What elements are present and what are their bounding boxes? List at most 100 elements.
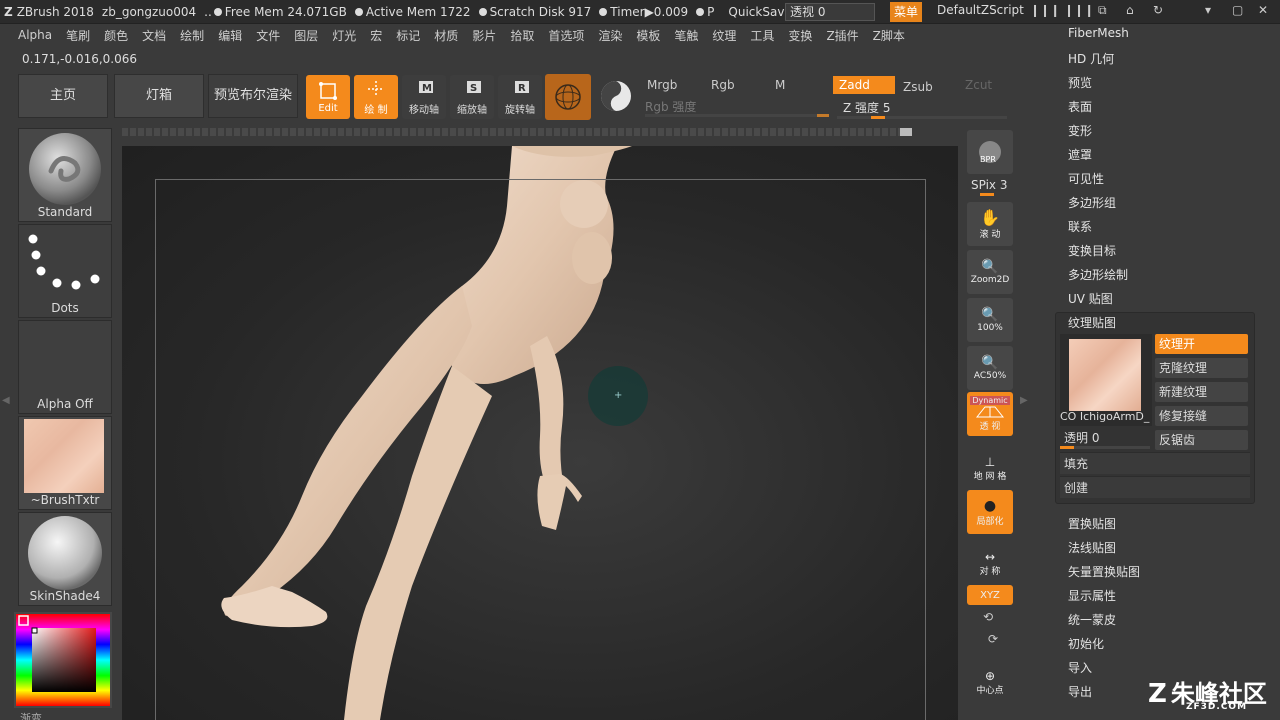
menu-item[interactable]: 编辑 — [218, 27, 242, 44]
spix-slider[interactable]: SPix 3 — [971, 178, 1007, 192]
subpalette-item[interactable]: 变形 — [1068, 122, 1092, 139]
right-tray-collapse-icon[interactable]: ▶ — [1020, 395, 1028, 415]
local-button[interactable]: ● 局部化 — [967, 490, 1013, 534]
fix-seam-button[interactable]: 修复接缝 — [1155, 406, 1248, 426]
menu-item[interactable]: 拾取 — [510, 27, 534, 44]
restore-icon[interactable]: ▢ — [1232, 3, 1243, 17]
menu-item[interactable]: 纹理 — [712, 27, 736, 44]
menu-item[interactable]: 材质 — [434, 27, 458, 44]
subpalette-item[interactable]: 表面 — [1068, 98, 1092, 115]
home-button[interactable]: 主页 — [18, 74, 108, 118]
texture-thumbnail-frame[interactable]: CO IchigoArmD_ — [1060, 334, 1152, 426]
clone-texture-button[interactable]: 克隆纹理 — [1155, 358, 1248, 378]
menu-item[interactable]: 渲染 — [598, 27, 622, 44]
subpalette-item[interactable]: 导出 — [1068, 683, 1092, 700]
color-picker[interactable] — [14, 612, 112, 708]
layout-icon[interactable]: ❙❙❙ ❙❙❙ — [1030, 3, 1094, 17]
subpalette-item[interactable]: FiberMesh — [1068, 26, 1129, 40]
draw-button[interactable]: 绘 制 — [354, 75, 398, 119]
subpalette-item[interactable]: 预览 — [1068, 74, 1092, 91]
subpalette-item[interactable]: 统一蒙皮 — [1068, 611, 1116, 628]
menu-item[interactable]: 图层 — [294, 27, 318, 44]
subpalette-item[interactable]: 显示属性 — [1068, 587, 1116, 604]
stroke-selector[interactable]: Dots — [18, 224, 112, 318]
subpalette-item[interactable]: 导入 — [1068, 659, 1092, 676]
menu-item[interactable]: 笔触 — [674, 27, 698, 44]
close-icon[interactable]: ✕ — [1258, 3, 1268, 17]
refresh-icon[interactable]: ↻ — [1153, 3, 1163, 17]
subpalette-item[interactable]: 多边形组 — [1068, 194, 1116, 211]
zsub-toggle[interactable]: Zsub — [897, 78, 957, 96]
sphere-brush-button[interactable] — [545, 74, 591, 120]
subpalette-item[interactable]: 矢量置换贴图 — [1068, 563, 1140, 580]
texture-on-button[interactable]: 纹理开 — [1155, 334, 1248, 354]
menu-item[interactable]: 绘制 — [180, 27, 204, 44]
actual-size-button[interactable]: 🔍 100% — [967, 298, 1013, 342]
menu-item[interactable]: 宏 — [370, 27, 382, 44]
menu-item[interactable]: Z插件 — [826, 27, 858, 44]
camera-icon[interactable]: ⌂ — [1126, 3, 1134, 17]
new-texture-button[interactable]: 新建纹理 — [1155, 382, 1248, 402]
subpalette-item[interactable]: UV 贴图 — [1068, 290, 1113, 307]
rotate-z-icon[interactable]: ⟳ — [988, 632, 998, 646]
menu-item[interactable]: Alpha — [18, 28, 52, 42]
material-selector[interactable]: SkinShade4 — [18, 512, 112, 606]
subpalette-item[interactable]: 联系 — [1068, 218, 1092, 235]
quicksave-button[interactable]: QuickSave — [728, 5, 791, 19]
menu-item[interactable]: 首选项 — [548, 27, 584, 44]
symmetry-button[interactable]: ↔ 对 称 — [967, 544, 1013, 582]
alpha-selector[interactable]: Alpha Off — [18, 320, 112, 414]
subpalette-item[interactable]: 法线贴图 — [1068, 539, 1116, 556]
menu-item[interactable]: 颜色 — [104, 27, 128, 44]
minimize-icon[interactable]: ▾ — [1205, 3, 1211, 17]
menu-item[interactable]: 笔刷 — [66, 27, 90, 44]
fill-button[interactable]: 填充 — [1060, 452, 1250, 474]
z-intensity-slider[interactable]: Z 强度 5 — [837, 98, 1007, 119]
edit-button[interactable]: Edit — [306, 75, 350, 119]
zadd-toggle[interactable]: Zadd — [833, 76, 895, 94]
mrgb-toggle[interactable]: Mrgb — [641, 76, 701, 94]
default-zscript[interactable]: DefaultZScript — [937, 3, 1024, 17]
antialias-button[interactable]: 反锯齿 — [1155, 430, 1248, 450]
menu-item[interactable]: 灯光 — [332, 27, 356, 44]
subpalette-item[interactable]: 初始化 — [1068, 635, 1104, 652]
scroll-button[interactable]: ✋ 滚 动 — [967, 202, 1013, 246]
document-scroll-handle[interactable] — [900, 128, 912, 136]
material-button[interactable] — [596, 76, 636, 116]
menu-item[interactable]: 影片 — [472, 27, 496, 44]
subpalette-item[interactable]: 置换贴图 — [1068, 515, 1116, 532]
move-button[interactable]: M 移动轴 — [402, 75, 446, 119]
transparency-slider[interactable]: 透视 0 — [785, 3, 875, 21]
rgb-intensity-slider[interactable]: Rgb 强度 — [641, 98, 829, 118]
scale-button[interactable]: S 缩放轴 — [450, 75, 494, 119]
floor-button[interactable]: ⊥ 地 网 格 — [967, 446, 1013, 490]
texture-selector[interactable]: ~BrushTxtr — [18, 416, 112, 510]
menu-button[interactable]: 菜单 — [890, 2, 922, 22]
subpalette-item[interactable]: 变换目标 — [1068, 242, 1116, 259]
subpalette-item[interactable]: 遮罩 — [1068, 146, 1092, 163]
bpr-preview-button[interactable]: 预览布尔渲染 — [208, 74, 298, 118]
menu-item[interactable]: 变换 — [788, 27, 812, 44]
texture-map-header[interactable]: 纹理贴图 — [1068, 314, 1116, 331]
menu-item[interactable]: 文件 — [256, 27, 280, 44]
lightbox-button[interactable]: 灯箱 — [114, 74, 204, 118]
menu-item[interactable]: 文档 — [142, 27, 166, 44]
menu-item[interactable]: 模板 — [636, 27, 660, 44]
transparent-slider[interactable]: 透明 0 — [1060, 430, 1152, 450]
ac50-button[interactable]: 🔍 AC50% — [967, 346, 1013, 390]
subpalette-item[interactable]: 多边形绘制 — [1068, 266, 1128, 283]
bpr-button[interactable]: BPR — [967, 130, 1013, 174]
menu-item[interactable]: 工具 — [750, 27, 774, 44]
zoom2d-button[interactable]: 🔍 Zoom2D — [967, 250, 1013, 294]
brush-selector[interactable]: Standard — [18, 128, 112, 222]
subpalette-item[interactable]: 可见性 — [1068, 170, 1104, 187]
center-button[interactable]: ⊕ 中心点 — [967, 660, 1013, 704]
rotate-button[interactable]: R 旋转轴 — [498, 75, 542, 119]
window-icon[interactable]: ⧉ — [1098, 3, 1107, 18]
xyz-button[interactable]: XYZ — [967, 585, 1013, 605]
subpalette-item[interactable]: HD 几何 — [1068, 50, 1114, 67]
menu-item[interactable]: 标记 — [396, 27, 420, 44]
zcut-toggle[interactable]: Zcut — [959, 76, 1009, 94]
perspective-button[interactable]: Dynamic 透 视 — [967, 392, 1013, 436]
m-toggle[interactable]: M — [769, 76, 829, 94]
